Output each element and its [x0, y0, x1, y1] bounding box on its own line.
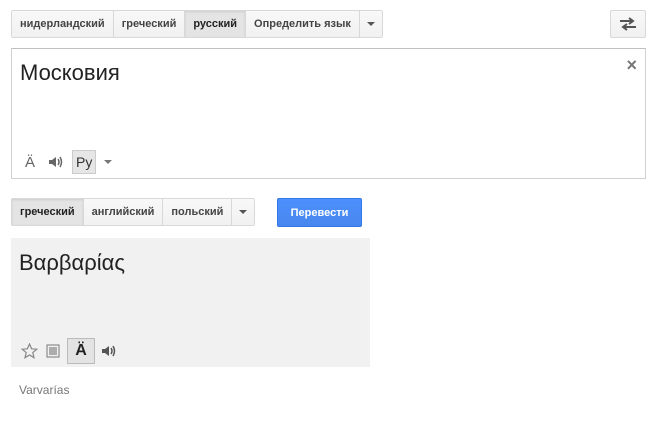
- speaker-icon[interactable]: [46, 151, 66, 173]
- swap-icon: [620, 17, 636, 31]
- target-language-bar: греческий английский польский: [11, 198, 256, 226]
- chevron-down-icon: [239, 210, 248, 214]
- ime-label: Ру: [76, 154, 93, 170]
- input-tools-button[interactable]: Ру: [72, 150, 97, 174]
- source-lang-greek[interactable]: греческий: [113, 11, 186, 37]
- source-text[interactable]: Московия: [20, 60, 120, 86]
- transliterate-toggle-button[interactable]: Ä: [67, 338, 95, 364]
- transliterate-icon: Ä: [75, 342, 87, 359]
- result-transliteration: Varvarías: [19, 383, 70, 397]
- source-lang-dutch[interactable]: нидерландский: [12, 11, 114, 37]
- list-icon[interactable]: [43, 340, 63, 362]
- target-lang-greek[interactable]: греческий: [12, 199, 84, 225]
- source-text-area[interactable]: Московия × Ä Ру: [11, 48, 646, 179]
- translate-button[interactable]: Перевести: [277, 198, 362, 227]
- chevron-down-icon: [366, 22, 375, 26]
- source-lang-dropdown[interactable]: [359, 11, 382, 37]
- target-lang-polish[interactable]: польский: [163, 199, 233, 225]
- star-icon[interactable]: [19, 340, 39, 362]
- source-lang-detect[interactable]: Определить язык: [246, 11, 360, 37]
- source-language-bar: нидерландский греческий русский Определи…: [11, 10, 383, 38]
- transliterate-icon[interactable]: Ä: [20, 151, 40, 173]
- speaker-icon[interactable]: [99, 340, 119, 362]
- chevron-down-icon[interactable]: [104, 160, 113, 164]
- target-lang-dropdown[interactable]: [232, 199, 255, 225]
- swap-languages-button[interactable]: [610, 10, 646, 38]
- result-text: Βαρβαρίας: [19, 250, 126, 275]
- clear-icon[interactable]: ×: [626, 56, 637, 74]
- source-lang-russian[interactable]: русский: [185, 11, 247, 37]
- result-box: Βαρβαρίας Ä: [11, 238, 370, 367]
- target-lang-english[interactable]: английский: [83, 199, 164, 225]
